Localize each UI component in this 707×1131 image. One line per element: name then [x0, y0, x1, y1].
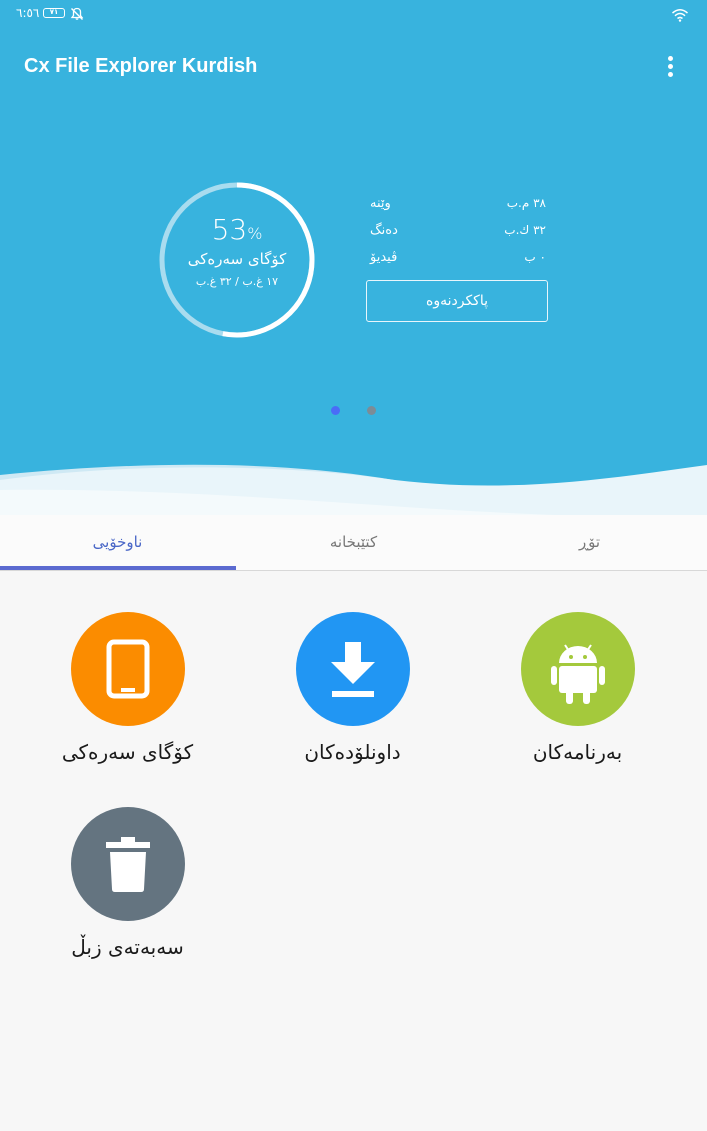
- tab-bar: ناوخۆیی کتێبخانە تۆڕ: [0, 515, 707, 571]
- storage-summary[interactable]: 53% کۆگای سەرەکی ١٧ غ.ب / ٣٢ غ.ب: [157, 180, 317, 340]
- status-bar: ٦:٥٦ ٧١: [0, 0, 707, 30]
- download-icon: [296, 612, 410, 726]
- tile-main-storage[interactable]: کۆگای سەرەکی: [15, 612, 240, 792]
- pager-dot-2[interactable]: [367, 406, 376, 415]
- wifi-icon: [671, 7, 689, 26]
- tab-library[interactable]: کتێبخانە: [236, 515, 471, 569]
- bell-off-icon: [70, 6, 84, 25]
- app-title: Cx File Explorer Kurdish: [24, 55, 258, 77]
- tile-recycle-bin[interactable]: سەبەتەی زبڵ: [15, 807, 240, 987]
- stat-label: وێنە: [370, 196, 391, 211]
- tile-label: بەرنامەکان: [532, 740, 623, 764]
- trash-icon: [71, 807, 185, 921]
- storage-size: ١٧ غ.ب / ٣٢ غ.ب: [195, 275, 279, 288]
- battery-icon: ٧١: [43, 8, 65, 18]
- tab-internal[interactable]: ناوخۆیی: [0, 515, 235, 569]
- stat-label: دەنگ: [370, 223, 398, 238]
- tab-indicator: [0, 566, 236, 570]
- stat-size: ٣٨ م.ب: [506, 196, 546, 210]
- android-icon: [521, 612, 635, 726]
- tab-network[interactable]: تۆڕ: [472, 515, 707, 569]
- stat-size: ٣٢ ك.ب: [504, 223, 546, 237]
- stat-row-audio: ٣٢ ك.ب دەنگ: [370, 223, 546, 243]
- stat-row-video: ٠ ب ڤیدیۆ: [370, 250, 546, 270]
- overflow-menu-icon[interactable]: [656, 52, 686, 82]
- stat-label: ڤیدیۆ: [370, 250, 398, 265]
- pager-dot-1[interactable]: [331, 406, 340, 415]
- storage-label: کۆگای سەرەکی: [187, 250, 287, 268]
- tile-label: داونلۆدەکان: [304, 740, 401, 764]
- tile-downloads[interactable]: داونلۆدەکان: [240, 612, 465, 792]
- tile-apps[interactable]: بەرنامەکان: [465, 612, 690, 792]
- status-time: ٦:٥٦: [16, 6, 40, 20]
- tile-label: کۆگای سەرەکی: [61, 740, 194, 764]
- phone-icon: [71, 612, 185, 726]
- stat-size: ٠ ب: [524, 250, 546, 264]
- storage-percent: 53%: [211, 213, 263, 246]
- clean-button[interactable]: پاککردنەوە: [366, 280, 548, 322]
- stat-row-images: ٣٨ م.ب وێنە: [370, 196, 546, 216]
- wave-decoration: [0, 464, 707, 520]
- tile-label: سەبەتەی زبڵ: [71, 935, 184, 959]
- header-banner: ٦:٥٦ ٧١ Cx File Explorer Kurdish 53% کۆگ…: [0, 0, 707, 520]
